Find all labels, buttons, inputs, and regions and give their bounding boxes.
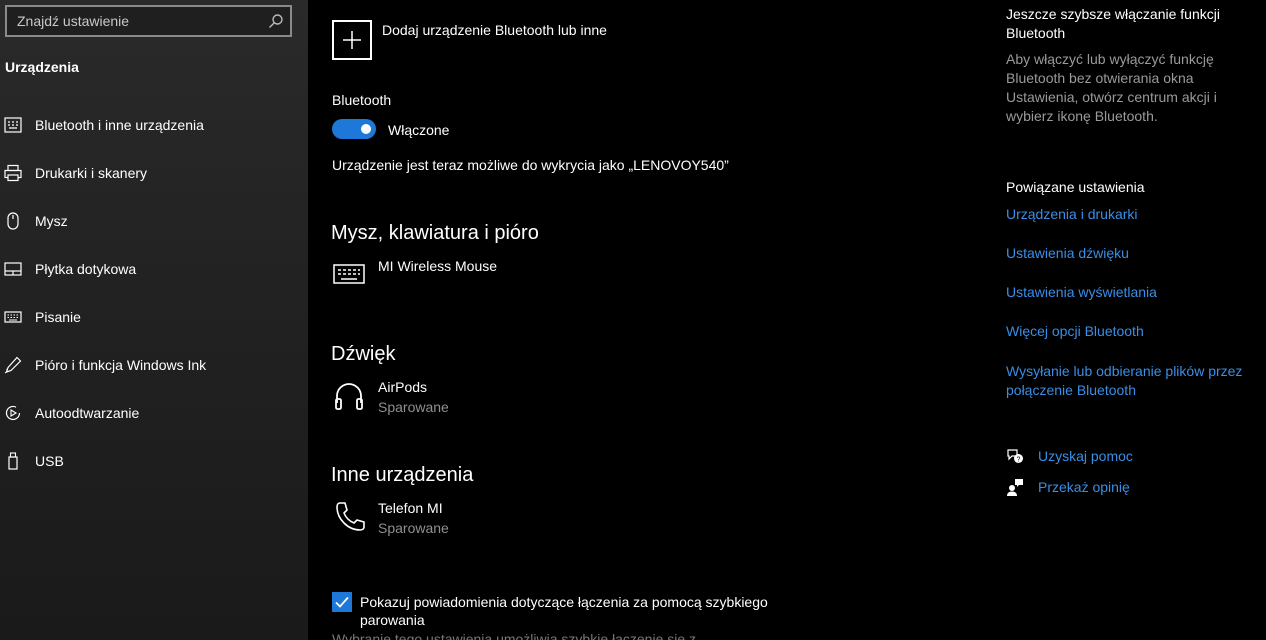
sidebar-item-bluetooth[interactable]: Bluetooth i inne urządzenia xyxy=(0,106,308,146)
mouse-icon xyxy=(7,212,19,230)
link-send-receive-files[interactable]: Wysyłanie lub odbieranie plików przez po… xyxy=(1006,362,1256,400)
device-name: AirPods xyxy=(378,379,428,395)
group-title-other: Inne urządzenia xyxy=(331,464,474,486)
swift-pair-label[interactable]: Pokazuj powiadomienia dotyczące łączenia… xyxy=(360,593,790,629)
swift-pair-description: Wybranie tego ustawienia umożliwia szybk… xyxy=(332,631,697,640)
sidebar-item-label: Drukarki i skanery xyxy=(35,165,148,181)
settings-window: Znajdź ustawienie Urządzenia Bluetooth i… xyxy=(0,0,1266,640)
sidebar-item-usb[interactable]: USB xyxy=(0,442,308,482)
group-title-audio: Dźwięk xyxy=(331,343,396,365)
help-icon: ? xyxy=(1007,449,1023,463)
device-status: Sparowane xyxy=(378,520,449,536)
feedback-label: Przekaż opinię xyxy=(1038,479,1130,495)
add-device-button[interactable] xyxy=(332,20,372,60)
headphones-icon xyxy=(335,383,363,410)
add-device-label[interactable]: Dodaj urządzenie Bluetooth lub inne xyxy=(382,22,607,38)
get-help-label: Uzyskaj pomoc xyxy=(1038,448,1133,464)
sidebar: Znajdź ustawienie Urządzenia Bluetooth i… xyxy=(0,0,308,640)
sidebar-item-mouse[interactable]: Mysz xyxy=(0,202,308,242)
feedback-icon xyxy=(1007,479,1023,496)
discoverable-text: Urządzenie jest teraz możliwe do wykryci… xyxy=(332,157,729,173)
plus-icon xyxy=(343,31,361,49)
search-icon[interactable] xyxy=(268,13,284,29)
device-item-phone[interactable]: Telefon MI Sparowane xyxy=(332,500,932,544)
usb-icon xyxy=(8,452,18,470)
toggle-knob xyxy=(361,124,371,134)
sidebar-item-label: Mysz xyxy=(35,213,68,229)
feedback-link[interactable]: Przekaż opinię xyxy=(1006,478,1256,500)
autoplay-icon xyxy=(5,405,21,421)
link-display-settings[interactable]: Ustawienia wyświetlania xyxy=(1006,283,1256,302)
tip-text: Aby włączyć lub wyłączyć funkcję Bluetoo… xyxy=(1006,51,1217,124)
svg-text:?: ? xyxy=(1017,456,1021,463)
link-more-bluetooth[interactable]: Więcej opcji Bluetooth xyxy=(1006,322,1256,341)
sidebar-item-label: Pióro i funkcja Windows Ink xyxy=(35,357,207,373)
keyboard-icon xyxy=(4,311,22,323)
checkmark-icon xyxy=(335,596,349,608)
link-devices-printers[interactable]: Urządzenia i drukarki xyxy=(1006,205,1256,224)
search-placeholder: Znajdź ustawienie xyxy=(17,13,130,29)
device-status: Sparowane xyxy=(378,399,449,415)
sidebar-item-typing[interactable]: Pisanie xyxy=(0,298,308,338)
bluetooth-label: Bluetooth xyxy=(332,92,392,108)
sidebar-item-printers[interactable]: Drukarki i skanery xyxy=(0,154,308,194)
device-item-airpods[interactable]: AirPods Sparowane xyxy=(332,379,932,423)
bluetooth-toggle-state: Włączone xyxy=(388,122,450,138)
sidebar-item-label: Pisanie xyxy=(35,309,81,325)
swift-pair-checkbox[interactable] xyxy=(332,592,352,612)
phone-icon xyxy=(336,502,365,531)
get-help-link[interactable]: ? Uzyskaj pomoc xyxy=(1006,447,1256,469)
pen-icon xyxy=(4,356,22,374)
sidebar-item-autoplay[interactable]: Autoodtwarzanie xyxy=(0,394,308,434)
group-title-input: Mysz, klawiatura i pióro xyxy=(331,222,539,244)
device-name: Telefon MI xyxy=(378,500,443,516)
sidebar-item-touchpad[interactable]: Płytka dotykowa xyxy=(0,250,308,290)
tip-title: Jeszcze szybsze włączanie funkcji Blueto… xyxy=(1006,6,1220,41)
link-sound-settings[interactable]: Ustawienia dźwięku xyxy=(1006,244,1256,263)
related-settings-title: Powiązane ustawienia xyxy=(1006,179,1145,195)
sidebar-item-label: Autoodtwarzanie xyxy=(35,405,140,421)
sidebar-item-label: USB xyxy=(35,453,64,469)
search-input[interactable]: Znajdź ustawienie xyxy=(5,5,292,37)
keyboard-icon xyxy=(333,264,365,284)
device-name: MI Wireless Mouse xyxy=(378,258,498,274)
main-content: Dodaj urządzenie Bluetooth lub inne Blue… xyxy=(308,0,968,640)
touchpad-icon xyxy=(4,262,22,276)
bluetooth-toggle[interactable] xyxy=(332,119,376,139)
sidebar-item-pen[interactable]: Pióro i funkcja Windows Ink xyxy=(0,346,308,386)
device-item-mouse[interactable]: MI Wireless Mouse xyxy=(332,258,932,302)
section-title: Urządzenia xyxy=(5,59,79,75)
sidebar-item-label: Płytka dotykowa xyxy=(35,261,137,277)
printer-icon xyxy=(4,164,22,182)
bluetooth-devices-icon xyxy=(4,117,22,133)
right-panel: Jeszcze szybsze włączanie funkcji Blueto… xyxy=(1006,0,1266,640)
sidebar-item-label: Bluetooth i inne urządzenia xyxy=(35,117,204,133)
